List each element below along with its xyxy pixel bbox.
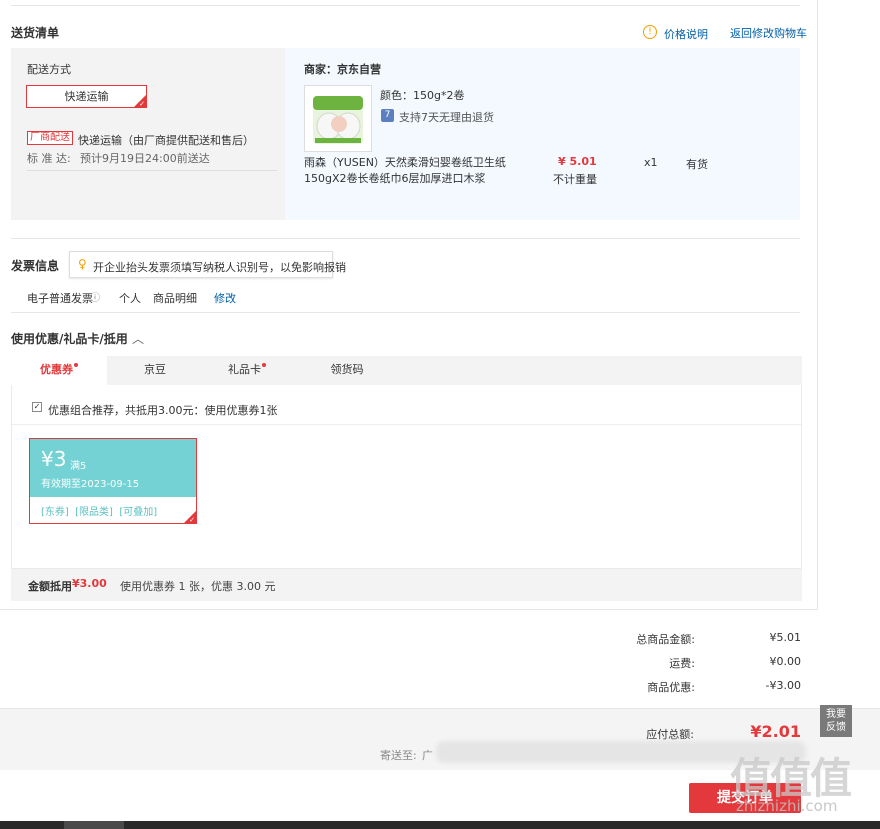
coupon-card-bottom: [东券] [限品类] [可叠加] xyxy=(30,497,196,523)
delivery-title: 送货清单 xyxy=(11,26,60,40)
coupon-tags: [东券] [限品类] [可叠加] xyxy=(41,507,158,518)
coupon-inner-divider xyxy=(12,424,801,425)
top-divider xyxy=(11,5,800,6)
invoice-detail: 商品明细 xyxy=(153,292,197,305)
new-dot-icon xyxy=(74,363,78,367)
coupon-summary-bar: 金额抵用 ¥3.00 使用优惠券 1 张，优惠 3.00 元 xyxy=(11,569,802,601)
check-icon: ✓ xyxy=(139,100,145,108)
lightbulb-icon: ♀ xyxy=(78,257,87,271)
tab-label: 领货码 xyxy=(330,363,364,376)
color-spec: 颜色：150g*2卷 xyxy=(380,89,465,102)
goods-total-value: ¥5.01 xyxy=(769,631,802,644)
new-dot-icon xyxy=(262,363,266,367)
tab-label: 京豆 xyxy=(144,363,166,376)
feedback-button[interactable]: 我要 反馈 xyxy=(820,705,852,737)
delivery-method-desc: 快递运输（由厂商提供配送和售后） xyxy=(78,134,254,147)
standard-label: 标 准 达: xyxy=(27,152,71,165)
product-name-line1[interactable]: 雨森（YUSEN）天然柔滑妇婴卷纸卫生纸 xyxy=(304,154,506,170)
coupon-condition: 满5 xyxy=(70,461,87,472)
invoice-divider-top xyxy=(11,238,800,239)
tab-label: 礼品卡 xyxy=(228,363,261,376)
standard-value: 预计9月19日24:00前送达 xyxy=(80,152,210,165)
method-divider xyxy=(27,170,277,171)
product-price: ¥ 5.01 xyxy=(558,155,597,168)
warning-icon: ! xyxy=(643,25,657,39)
back-to-cart-link[interactable]: 返回修改购物车 xyxy=(730,25,807,41)
product-weight: 不计重量 xyxy=(553,173,597,186)
tab-label: 优惠券 xyxy=(40,363,73,376)
tab-jingdou[interactable]: 京豆 xyxy=(107,356,203,385)
coupon-divider-top xyxy=(11,312,800,313)
freight-label: 运费: xyxy=(669,657,695,670)
bottom-toolbar-segment xyxy=(64,821,124,829)
product-quantity: x1 xyxy=(644,156,658,169)
express-shipping-button[interactable]: 快递运输 ✓ xyxy=(26,85,147,108)
checkout-panel: 送货清单 ! 价格说明 返回修改购物车 配送方式 快递运输 ✓ 厂商配送 快递运… xyxy=(0,0,818,610)
invoice-person: 个人 xyxy=(119,292,141,305)
tab-gift-card[interactable]: 礼品卡 xyxy=(199,356,295,385)
tab-pickup-code[interactable]: 领货码 xyxy=(299,356,395,385)
merchant-name: 商家：京东自营 xyxy=(304,63,381,76)
invoice-tip-text: 开企业抬头发票须填写纳税人识别号，以免影响报销 xyxy=(93,261,346,274)
feedback-line2: 反馈 xyxy=(826,722,846,733)
recommend-checkbox[interactable]: ✓ xyxy=(32,402,42,412)
invoice-title: 发票信息 xyxy=(11,259,60,273)
bottom-toolbar xyxy=(0,821,880,829)
return-policy-text: 支持7天无理由退货 xyxy=(399,111,494,124)
info-icon[interactable]: ⓘ xyxy=(90,289,100,304)
chevron-up-icon: ︿ xyxy=(131,332,144,346)
payable-value: ¥2.01 xyxy=(750,722,801,741)
watermark-url: zhizhizhi.com xyxy=(736,797,838,815)
coupon-title[interactable]: 使用优惠/礼品卡/抵用 ︿ xyxy=(11,330,144,347)
coupon-title-text: 使用优惠/礼品卡/抵用 xyxy=(11,332,128,346)
payable-label: 应付总额: xyxy=(646,728,694,741)
invoice-tip-box: ♀ 开企业抬头发票须填写纳税人识别号，以免影响报销 xyxy=(69,251,346,278)
coupon-card[interactable]: ¥3 满5 有效期至2023-09-15 [东券] [限品类] [可叠加] ✓ xyxy=(29,438,197,524)
summary-amount: ¥3.00 xyxy=(72,577,107,590)
watermark: 值值值 zhizhizhi.com xyxy=(730,745,880,829)
express-shipping-label: 快递运输 xyxy=(64,90,109,103)
summary-desc: 使用优惠券 1 张，优惠 3.00 元 xyxy=(120,580,276,593)
coupon-expire: 有效期至2023-09-15 xyxy=(41,479,140,490)
discount-value: -¥3.00 xyxy=(765,679,801,692)
coupon-tabs: 优惠券 京豆 礼品卡 领货码 xyxy=(11,356,802,385)
invoice-type: 电子普通发票 xyxy=(27,292,93,305)
summary-label: 金额抵用 xyxy=(28,580,72,593)
delivery-method-label: 配送方式 xyxy=(27,63,71,76)
product-image[interactable] xyxy=(304,85,372,152)
ship-to-label: 寄送至: xyxy=(380,749,417,762)
invoice-modify-link[interactable]: 修改 xyxy=(214,290,236,306)
coupon-amount: ¥3 xyxy=(41,447,67,471)
stock-status: 有货 xyxy=(686,158,708,171)
tissue-roll-icon xyxy=(313,96,363,144)
ship-to-value: 广 xyxy=(422,749,433,762)
return-policy-icon: 7 xyxy=(381,109,394,122)
vendor-delivery-tag: 厂商配送 xyxy=(27,131,73,145)
discount-label: 商品优惠: xyxy=(647,681,695,694)
coupon-card-top: ¥3 满5 有效期至2023-09-15 xyxy=(30,439,196,497)
recommend-text: 优惠组合推荐，共抵用3.00元：使用优惠券1张 xyxy=(48,404,278,417)
check-icon: ✓ xyxy=(189,516,195,524)
price-note-link[interactable]: 价格说明 xyxy=(664,26,708,42)
feedback-line1: 我要 xyxy=(826,709,846,720)
freight-value: ¥0.00 xyxy=(769,655,802,668)
tab-coupon[interactable]: 优惠券 xyxy=(11,356,107,385)
goods-total-label: 总商品金额: xyxy=(636,633,695,646)
product-name-line2[interactable]: 150gX2卷长卷纸巾6层加厚进口木浆 xyxy=(304,170,486,186)
